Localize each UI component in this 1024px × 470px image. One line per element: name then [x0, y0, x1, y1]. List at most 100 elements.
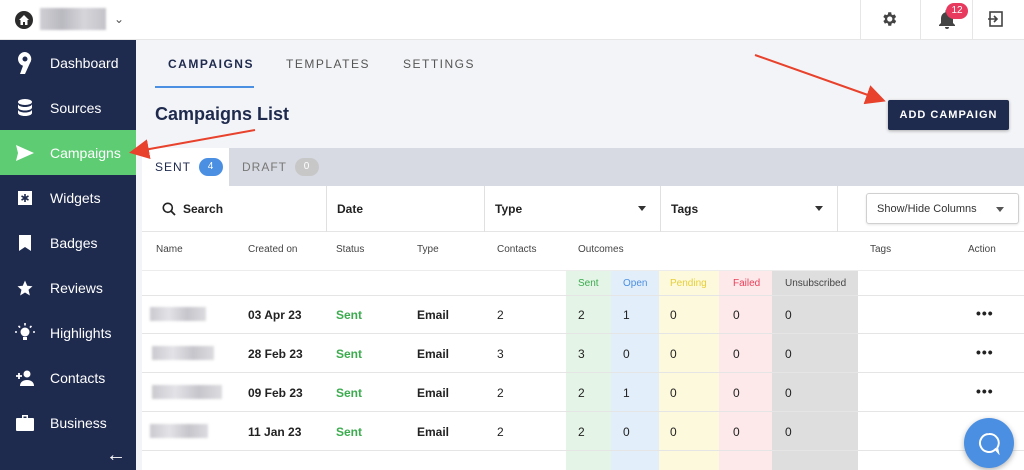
row-actions-menu-icon[interactable]: •••: [976, 305, 994, 321]
send-icon: [0, 144, 50, 161]
chat-support-button[interactable]: [964, 418, 1014, 468]
show-hide-columns-select[interactable]: Show/Hide Columns: [866, 193, 1019, 224]
logout-icon[interactable]: [987, 10, 1005, 33]
table-row[interactable]: 11 Jan 23 Sent Email 2 2 0 0 0 0: [142, 412, 1024, 451]
tab-campaigns[interactable]: CAMPAIGNS: [168, 57, 254, 71]
sidebar-item-sources[interactable]: Sources: [0, 85, 136, 130]
sent-cell: 2: [578, 386, 585, 400]
unsubscribed-cell: 0: [785, 386, 792, 400]
failed-cell: 0: [733, 425, 740, 439]
chevron-down-icon[interactable]: ⌄: [114, 12, 124, 26]
sidebar-item-widgets[interactable]: Widgets: [0, 175, 136, 220]
type-filter-label: Type: [495, 202, 523, 216]
campaign-name-redacted[interactable]: [152, 346, 214, 360]
header-type[interactable]: Type: [417, 244, 439, 255]
outcome-header-open: Open: [623, 278, 648, 289]
table-row[interactable]: 09 Feb 23 Sent Email 2 2 1 0 0 0 •••: [142, 373, 1024, 412]
search-icon: [162, 202, 176, 216]
type-cell: Email: [417, 425, 450, 439]
table-row[interactable]: 03 Apr 23 Sent Email 2 2 1 0 0 0 •••: [142, 295, 1024, 334]
contacts-cell: 2: [497, 425, 504, 439]
search-input[interactable]: Search: [142, 186, 327, 232]
sidebar: Dashboard Sources Campaigns Widgets Badg…: [0, 40, 136, 470]
widget-icon: [0, 190, 50, 206]
star-icon: [0, 279, 50, 297]
divider: [920, 0, 921, 40]
pending-cell: 0: [670, 386, 677, 400]
header-status[interactable]: Status: [336, 244, 364, 255]
sidebar-item-label: Badges: [50, 234, 98, 251]
search-placeholder: Search: [183, 202, 224, 216]
outcome-subheader-row: Sent Open Pending Failed Unsubscribed: [142, 270, 1024, 296]
sent-cell: 2: [578, 308, 585, 322]
failed-cell: 0: [733, 386, 740, 400]
subtab-label: SENT: [155, 160, 192, 174]
tags-filter-label: Tags: [671, 202, 699, 216]
sidebar-item-label: Campaigns: [50, 144, 121, 161]
collapse-sidebar-arrow-icon[interactable]: ←: [106, 444, 126, 467]
table-row[interactable]: 28 Feb 23 Sent Email 3 3 0 0 0 0 •••: [142, 334, 1024, 373]
outcome-header-unsubscribed: Unsubscribed: [785, 278, 847, 289]
divider: [972, 0, 973, 40]
created-on-cell: 03 Apr 23: [248, 308, 302, 322]
sidebar-item-label: Reviews: [50, 279, 103, 296]
add-user-icon: [0, 370, 50, 386]
chat-bubble-icon: [977, 431, 1001, 455]
add-campaign-button[interactable]: ADD CAMPAIGN: [888, 100, 1009, 130]
unsubscribed-cell: 0: [785, 308, 792, 322]
sidebar-item-label: Highlights: [50, 324, 112, 341]
tab-templates[interactable]: TEMPLATES: [286, 57, 370, 71]
sidebar-item-contacts[interactable]: Contacts: [0, 355, 136, 400]
sidebar-item-campaigns[interactable]: Campaigns: [0, 130, 136, 175]
sidebar-item-reviews[interactable]: Reviews: [0, 265, 136, 310]
sidebar-item-label: Sources: [50, 99, 102, 116]
sidebar-item-label: Widgets: [50, 189, 101, 206]
outcome-header-sent: Sent: [578, 278, 599, 289]
type-cell: Email: [417, 386, 450, 400]
sidebar-item-badges[interactable]: Badges: [0, 220, 136, 265]
tab-settings[interactable]: SETTINGS: [403, 57, 475, 71]
sidebar-item-business[interactable]: Business: [0, 400, 136, 445]
sidebar-item-label: Dashboard: [50, 54, 119, 71]
gear-icon[interactable]: [880, 10, 898, 33]
open-cell: 0: [623, 425, 630, 439]
sent-cell: 3: [578, 347, 585, 361]
open-cell: 1: [623, 386, 630, 400]
row-actions-menu-icon[interactable]: •••: [976, 344, 994, 360]
type-filter-select[interactable]: Type: [485, 186, 661, 232]
sidebar-item-highlights[interactable]: Highlights: [0, 310, 136, 355]
campaign-name-redacted[interactable]: [152, 385, 222, 399]
campaign-name-redacted[interactable]: [150, 424, 208, 438]
sidebar-item-dashboard[interactable]: Dashboard: [0, 40, 136, 85]
caret-down-icon: [996, 207, 1004, 212]
row-actions-menu-icon[interactable]: •••: [976, 383, 994, 399]
pending-cell: 0: [670, 347, 677, 361]
pending-cell: 0: [670, 308, 677, 322]
subtab-sent[interactable]: SENT 4: [142, 148, 229, 186]
lightbulb-icon: [0, 322, 50, 343]
date-filter[interactable]: Date: [327, 186, 485, 232]
created-on-cell: 11 Jan 23: [248, 425, 302, 439]
header-outcomes: Outcomes: [578, 244, 624, 255]
status-subtabs: SENT 4 DRAFT 0: [142, 148, 1024, 186]
tags-filter-select[interactable]: Tags: [661, 186, 838, 232]
briefcase-icon: [0, 414, 50, 431]
type-cell: Email: [417, 308, 450, 322]
show-hide-columns-label: Show/Hide Columns: [877, 202, 977, 215]
header-created-on[interactable]: Created on: [248, 244, 297, 255]
home-icon[interactable]: [15, 11, 33, 29]
campaigns-table: Name Created on Status Type Contacts Out…: [142, 232, 1024, 470]
header-action: Action: [968, 244, 996, 255]
caret-down-icon: [815, 206, 823, 211]
subtab-draft[interactable]: DRAFT 0: [229, 148, 319, 186]
campaign-name-redacted[interactable]: [150, 307, 206, 321]
organization-name-redacted[interactable]: [40, 8, 106, 30]
header-contacts[interactable]: Contacts: [497, 244, 536, 255]
header-name[interactable]: Name: [156, 244, 183, 255]
bookmark-icon: [0, 234, 50, 251]
nine-logo-icon: [0, 51, 50, 74]
type-cell: Email: [417, 347, 450, 361]
status-cell: Sent: [336, 386, 363, 400]
page-title: Campaigns List: [155, 104, 290, 124]
contacts-cell: 2: [497, 386, 504, 400]
